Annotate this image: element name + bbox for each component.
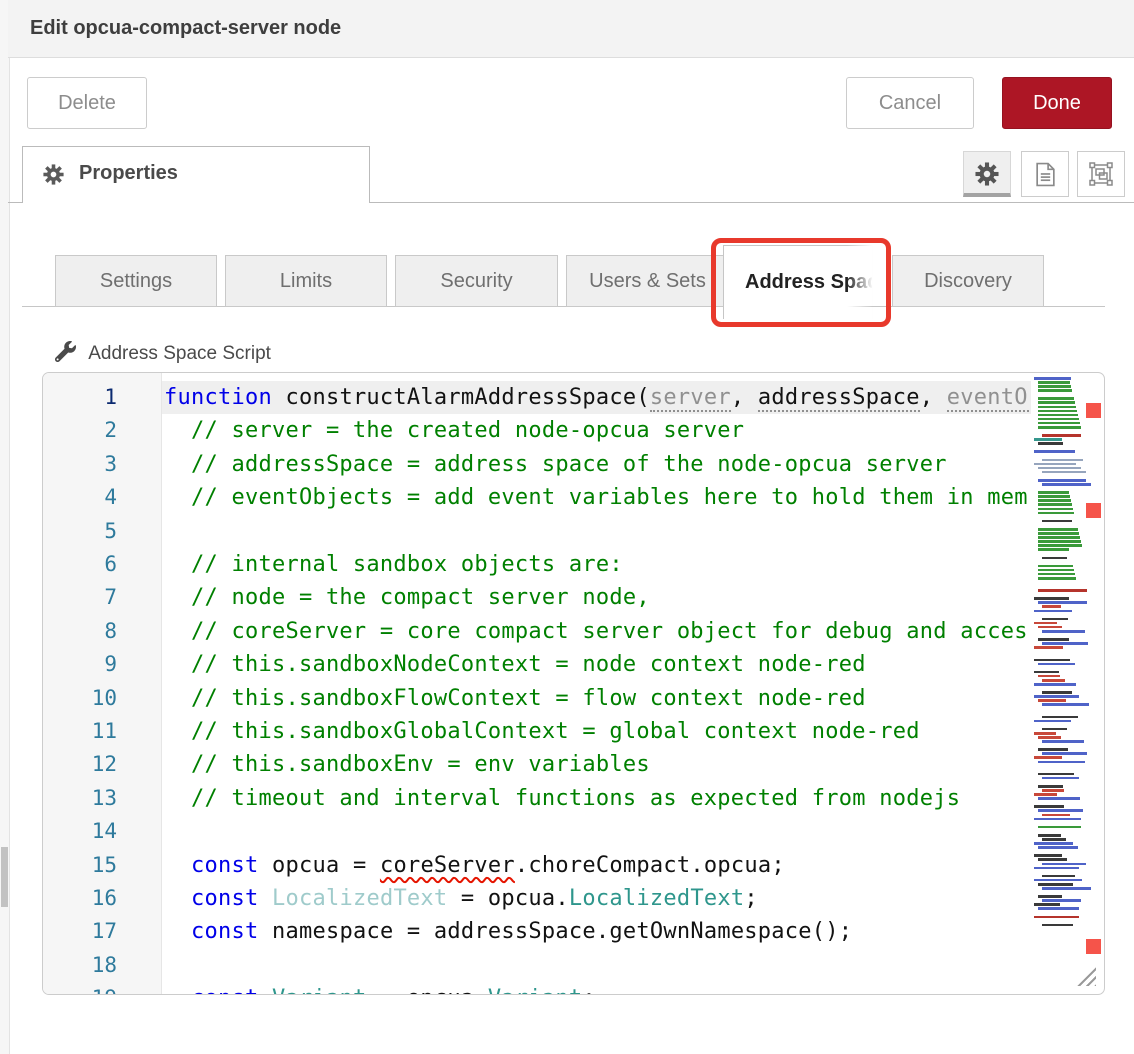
code-line[interactable]: // addressSpace = address space of the n… xyxy=(164,448,947,481)
code-line[interactable]: function constructAlarmAddressSpace(serv… xyxy=(164,381,1029,414)
code-line[interactable]: // eventObjects = add event variables he… xyxy=(164,481,1029,514)
dialog-title: Edit opcua-compact-server node xyxy=(30,17,341,40)
tab-settings[interactable]: Settings xyxy=(55,255,217,307)
cancel-button[interactable]: Cancel xyxy=(846,77,974,129)
code-line[interactable]: const Variant = opcua.Variant; xyxy=(164,982,596,995)
code-line[interactable]: // this.sandboxNodeContext = node contex… xyxy=(164,648,866,681)
node-properties-button[interactable] xyxy=(963,151,1011,197)
dialog-header: Edit opcua-compact-server node xyxy=(8,0,1134,58)
code-line[interactable]: const opcua = coreServer.choreCompact.op… xyxy=(164,849,785,882)
error-marker xyxy=(1086,403,1101,418)
edit-node-dialog: Edit opcua-compact-server node Delete Ca… xyxy=(0,0,1134,1054)
code-line[interactable]: // this.sandboxFlowContext = flow contex… xyxy=(164,682,866,715)
properties-tab-label: Properties xyxy=(79,162,178,185)
background-scrollbar-thumb[interactable] xyxy=(1,847,8,907)
gear-icon xyxy=(43,164,64,190)
code-line[interactable]: // internal sandbox objects are: xyxy=(164,548,623,581)
code-line[interactable]: const namespace = addressSpace.getOwnNam… xyxy=(164,915,852,948)
tab-discovery[interactable]: Discovery xyxy=(892,255,1044,307)
code-line[interactable]: // node = the compact server node, xyxy=(164,581,650,614)
code-line[interactable]: // timeout and interval functions as exp… xyxy=(164,782,960,815)
tab-address-space[interactable]: Address Space xyxy=(723,245,873,319)
tab-properties[interactable]: Properties xyxy=(22,146,370,203)
section-label: Address Space Script xyxy=(55,341,271,365)
section-label-text: Address Space Script xyxy=(88,343,271,364)
node-description-button[interactable] xyxy=(1021,151,1069,197)
background-window-sliver xyxy=(0,0,10,1054)
code-editor[interactable]: 12345678910111213141516171819 function c… xyxy=(42,372,1105,995)
done-button[interactable]: Done xyxy=(1002,77,1112,129)
code-line[interactable]: // this.sandboxEnv = env variables xyxy=(164,748,650,781)
code-line[interactable]: // this.sandboxGlobalContext = global co… xyxy=(164,715,920,748)
tab-users-sets[interactable]: Users & Sets xyxy=(566,255,729,307)
document-icon xyxy=(1035,174,1056,191)
gear-icon xyxy=(975,173,999,190)
appearance-icon xyxy=(1089,173,1113,190)
code-line[interactable]: // coreServer = core compact server obje… xyxy=(164,615,1029,648)
wrench-icon xyxy=(55,343,88,364)
tab-security[interactable]: Security xyxy=(395,255,558,307)
code-line[interactable]: const LocalizedText = opcua.LocalizedTex… xyxy=(164,882,758,915)
error-marker xyxy=(1086,503,1101,518)
delete-button[interactable]: Delete xyxy=(27,77,147,129)
node-appearance-button[interactable] xyxy=(1077,151,1125,197)
editor-code-area[interactable]: function constructAlarmAddressSpace(serv… xyxy=(43,373,1029,995)
tab-limits[interactable]: Limits xyxy=(225,255,387,307)
code-line[interactable]: // server = the created node-opcua serve… xyxy=(164,414,744,447)
error-marker xyxy=(1086,939,1101,954)
editor-minimap[interactable] xyxy=(1031,373,1086,995)
